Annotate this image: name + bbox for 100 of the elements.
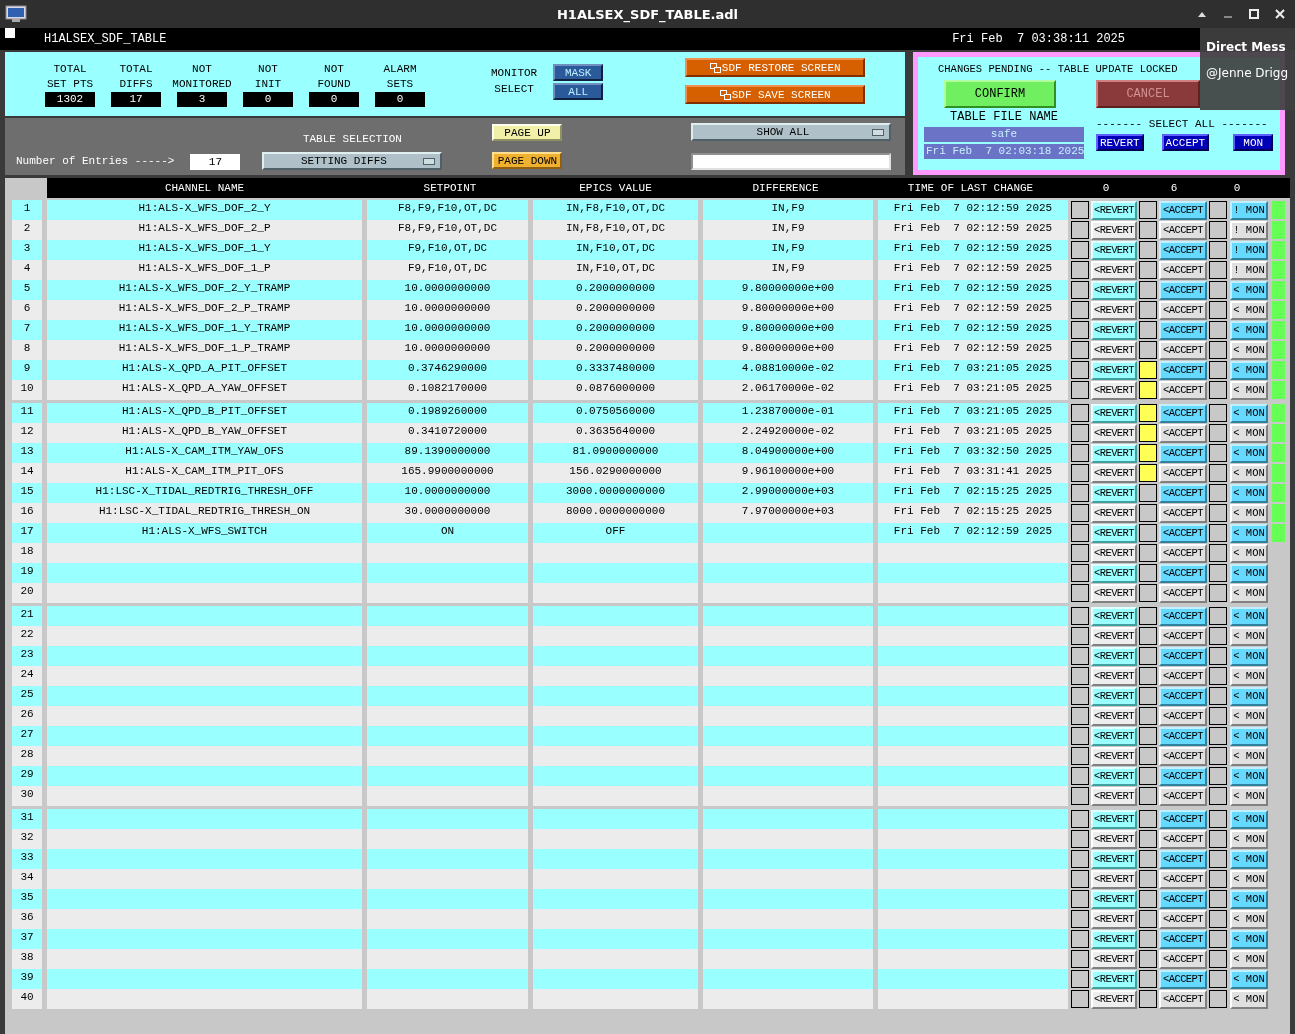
monitor-select-button[interactable]: MASK bbox=[553, 64, 604, 81]
revert-button[interactable]: <REVERT bbox=[1091, 809, 1137, 829]
monitor-button[interactable]: < MON bbox=[1230, 646, 1268, 666]
checkbox[interactable] bbox=[1139, 341, 1157, 359]
select-all-button[interactable]: ACCEPT bbox=[1161, 134, 1210, 151]
monitor-button[interactable]: < MON bbox=[1230, 766, 1268, 786]
checkbox[interactable] bbox=[1139, 524, 1157, 542]
checkbox[interactable] bbox=[1209, 787, 1227, 805]
revert-button[interactable]: <REVERT bbox=[1091, 280, 1137, 300]
monitor-button[interactable]: < MON bbox=[1230, 626, 1268, 646]
accept-button[interactable]: <ACCEPT bbox=[1159, 869, 1207, 889]
show-dropdown[interactable]: SHOW ALL bbox=[691, 123, 892, 141]
checkbox[interactable] bbox=[1139, 301, 1157, 319]
monitor-button[interactable]: < MON bbox=[1230, 423, 1268, 443]
revert-button[interactable]: <REVERT bbox=[1091, 706, 1137, 726]
accept-button[interactable]: <ACCEPT bbox=[1159, 929, 1207, 949]
checkbox[interactable] bbox=[1139, 990, 1157, 1008]
checkbox[interactable] bbox=[1209, 201, 1227, 219]
accept-button[interactable]: <ACCEPT bbox=[1159, 380, 1207, 400]
monitor-button[interactable]: < MON bbox=[1230, 503, 1268, 523]
revert-button[interactable]: <REVERT bbox=[1091, 686, 1137, 706]
checkbox[interactable] bbox=[1209, 381, 1227, 399]
revert-button[interactable]: <REVERT bbox=[1091, 260, 1137, 280]
monitor-button[interactable]: < MON bbox=[1230, 949, 1268, 969]
accept-button[interactable]: <ACCEPT bbox=[1159, 726, 1207, 746]
checkbox[interactable] bbox=[1071, 707, 1089, 725]
revert-button[interactable]: <REVERT bbox=[1091, 829, 1137, 849]
checkbox[interactable] bbox=[1209, 627, 1227, 645]
checkbox[interactable] bbox=[1209, 544, 1227, 562]
monitor-button[interactable]: < MON bbox=[1230, 463, 1268, 483]
accept-button[interactable]: <ACCEPT bbox=[1159, 809, 1207, 829]
monitor-button[interactable]: ! MON bbox=[1230, 220, 1268, 240]
checkbox[interactable] bbox=[1071, 444, 1089, 462]
checkbox[interactable] bbox=[1209, 667, 1227, 685]
revert-button[interactable]: <REVERT bbox=[1091, 626, 1137, 646]
accept-button[interactable]: <ACCEPT bbox=[1159, 583, 1207, 603]
checkbox[interactable] bbox=[1071, 424, 1089, 442]
checkbox[interactable] bbox=[1209, 970, 1227, 988]
checkbox[interactable] bbox=[1209, 767, 1227, 785]
checkbox[interactable] bbox=[1071, 261, 1089, 279]
checkbox[interactable] bbox=[1071, 504, 1089, 522]
accept-button[interactable]: <ACCEPT bbox=[1159, 969, 1207, 989]
checkbox[interactable] bbox=[1139, 404, 1157, 422]
monitor-button[interactable]: < MON bbox=[1230, 583, 1268, 603]
revert-button[interactable]: <REVERT bbox=[1091, 889, 1137, 909]
confirm-button[interactable]: CONFIRM bbox=[944, 80, 1056, 108]
checkbox[interactable] bbox=[1071, 910, 1089, 928]
checkbox[interactable] bbox=[1071, 747, 1089, 765]
checkbox[interactable] bbox=[1209, 930, 1227, 948]
input-field[interactable] bbox=[691, 153, 892, 170]
checkbox[interactable] bbox=[1071, 221, 1089, 239]
accept-button[interactable]: <ACCEPT bbox=[1159, 483, 1207, 503]
checkbox[interactable] bbox=[1139, 361, 1157, 379]
monitor-button[interactable]: ! MON bbox=[1230, 260, 1268, 280]
checkbox[interactable] bbox=[1139, 584, 1157, 602]
checkbox[interactable] bbox=[1139, 810, 1157, 828]
accept-button[interactable]: <ACCEPT bbox=[1159, 889, 1207, 909]
monitor-button[interactable]: < MON bbox=[1230, 403, 1268, 423]
checkbox[interactable] bbox=[1139, 727, 1157, 745]
checkbox[interactable] bbox=[1139, 767, 1157, 785]
accept-button[interactable]: <ACCEPT bbox=[1159, 646, 1207, 666]
monitor-button[interactable]: < MON bbox=[1230, 809, 1268, 829]
monitor-button[interactable]: < MON bbox=[1230, 606, 1268, 626]
checkbox[interactable] bbox=[1071, 950, 1089, 968]
revert-button[interactable]: <REVERT bbox=[1091, 503, 1137, 523]
accept-button[interactable]: <ACCEPT bbox=[1159, 220, 1207, 240]
revert-button[interactable]: <REVERT bbox=[1091, 463, 1137, 483]
monitor-button[interactable]: < MON bbox=[1230, 380, 1268, 400]
revert-button[interactable]: <REVERT bbox=[1091, 300, 1137, 320]
revert-button[interactable]: <REVERT bbox=[1091, 523, 1137, 543]
checkbox[interactable] bbox=[1071, 524, 1089, 542]
checkbox[interactable] bbox=[1071, 850, 1089, 868]
checkbox[interactable] bbox=[1071, 381, 1089, 399]
monitor-button[interactable]: < MON bbox=[1230, 543, 1268, 563]
monitor-button[interactable]: < MON bbox=[1230, 989, 1268, 1009]
revert-button[interactable]: <REVERT bbox=[1091, 380, 1137, 400]
checkbox[interactable] bbox=[1139, 910, 1157, 928]
checkbox[interactable] bbox=[1071, 544, 1089, 562]
checkbox[interactable] bbox=[1209, 504, 1227, 522]
revert-button[interactable]: <REVERT bbox=[1091, 929, 1137, 949]
checkbox[interactable] bbox=[1139, 261, 1157, 279]
checkbox[interactable] bbox=[1071, 321, 1089, 339]
revert-button[interactable]: <REVERT bbox=[1091, 849, 1137, 869]
revert-button[interactable]: <REVERT bbox=[1091, 606, 1137, 626]
accept-button[interactable]: <ACCEPT bbox=[1159, 606, 1207, 626]
checkbox[interactable] bbox=[1139, 647, 1157, 665]
checkbox[interactable] bbox=[1139, 747, 1157, 765]
monitor-button[interactable]: < MON bbox=[1230, 869, 1268, 889]
monitor-button[interactable]: < MON bbox=[1230, 929, 1268, 949]
checkbox[interactable] bbox=[1139, 544, 1157, 562]
revert-button[interactable]: <REVERT bbox=[1091, 583, 1137, 603]
checkbox[interactable] bbox=[1071, 301, 1089, 319]
checkbox[interactable] bbox=[1139, 870, 1157, 888]
checkbox[interactable] bbox=[1139, 627, 1157, 645]
checkbox[interactable] bbox=[1071, 810, 1089, 828]
revert-button[interactable]: <REVERT bbox=[1091, 646, 1137, 666]
accept-button[interactable]: <ACCEPT bbox=[1159, 786, 1207, 806]
monitor-button[interactable]: < MON bbox=[1230, 300, 1268, 320]
checkbox[interactable] bbox=[1139, 950, 1157, 968]
accept-button[interactable]: <ACCEPT bbox=[1159, 463, 1207, 483]
